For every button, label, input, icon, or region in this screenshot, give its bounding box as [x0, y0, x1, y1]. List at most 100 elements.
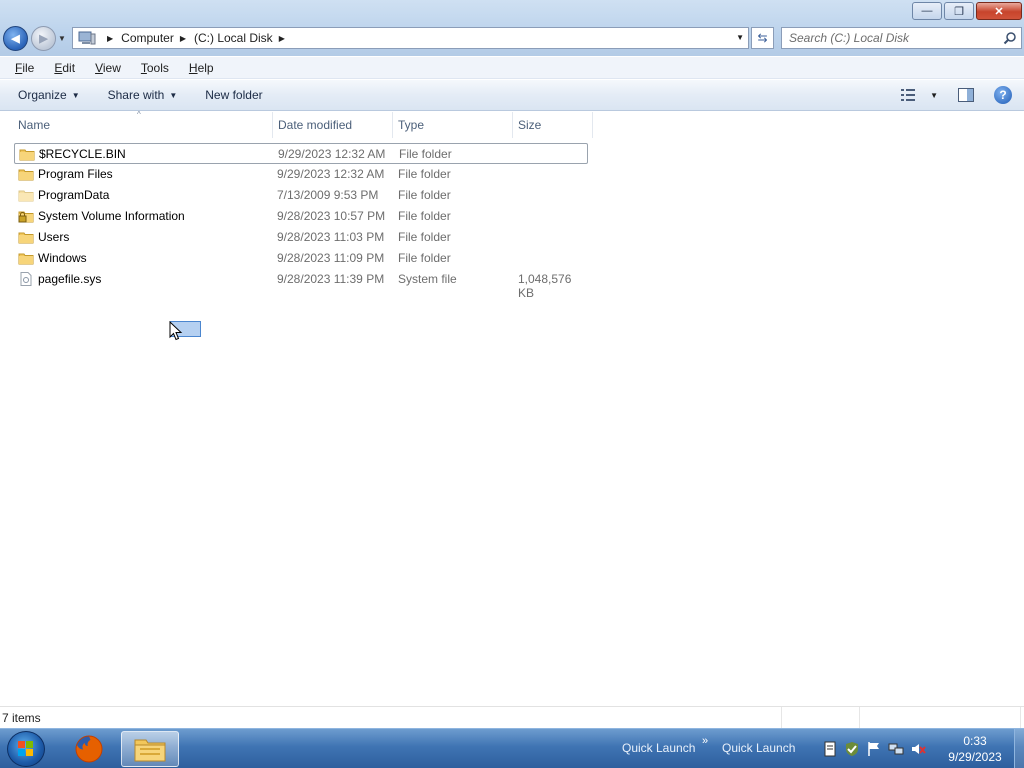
show-desktop-button[interactable] — [1014, 729, 1024, 768]
system-tray — [822, 741, 926, 757]
chevron-down-icon: ▼ — [930, 90, 938, 100]
file-name: pagefile.sys — [38, 272, 102, 286]
clock-date: 9/29/2023 — [948, 750, 1002, 764]
sort-ascending-icon: ^ — [137, 110, 141, 119]
minimize-button[interactable]: — — [912, 2, 942, 20]
file-name: ProgramData — [38, 188, 110, 202]
menu-view-label: iew — [102, 60, 121, 75]
change-view-button[interactable]: ▼ — [900, 88, 938, 102]
action-center-flag-icon[interactable] — [866, 741, 882, 757]
file-name: Program Files — [38, 167, 113, 181]
locked-folder-icon — [18, 211, 34, 223]
menu-view-accel: V — [95, 60, 103, 75]
system-clock[interactable]: 0:33 9/29/2023 — [940, 733, 1010, 765]
forward-arrow-icon: ▶ — [39, 33, 48, 45]
quick-launch-toolbar[interactable]: Quick Launch » — [622, 735, 708, 755]
forward-button[interactable]: ▶ — [31, 26, 56, 51]
file-type: System file — [398, 272, 457, 286]
column-divider[interactable] — [592, 112, 593, 138]
refresh-button[interactable]: ⇆ — [751, 27, 774, 49]
breadcrumb-separator-icon[interactable]: ▶ — [180, 34, 186, 43]
recent-pages-dropdown[interactable]: ▼ — [58, 34, 66, 43]
file-date: 9/28/2023 11:39 PM — [277, 272, 385, 286]
column-header-size[interactable]: Size — [518, 118, 541, 132]
menu-tools-label: ools — [146, 60, 169, 75]
list-item[interactable]: $RECYCLE.BIN 9/29/2023 12:32 AM File fol… — [14, 143, 588, 164]
taskbar: Quick Launch » Quick Launch 0:33 9/29/20… — [0, 728, 1024, 768]
security-shield-icon[interactable] — [844, 741, 860, 757]
search-input[interactable] — [782, 28, 992, 48]
breadcrumb-separator-icon[interactable]: ▶ — [279, 34, 285, 43]
file-type: File folder — [398, 188, 451, 202]
chevron-down-icon: ▼ — [169, 90, 178, 100]
breadcrumb-local-disk[interactable]: (C:) Local Disk — [194, 31, 273, 45]
menu-file[interactable]: File — [12, 59, 37, 77]
list-item[interactable]: Users 9/28/2023 11:03 PM File folder — [14, 227, 588, 248]
list-item[interactable]: ProgramData 7/13/2009 9:53 PM File folde… — [14, 185, 588, 206]
organize-button[interactable]: Organize ▼ — [12, 84, 86, 106]
quick-launch-label: Quick Launch — [622, 741, 696, 755]
file-date: 9/28/2023 10:57 PM — [277, 209, 386, 223]
file-date: 9/29/2023 12:32 AM — [277, 167, 385, 181]
folder-icon — [18, 232, 34, 244]
explorer-taskbar-button[interactable] — [121, 731, 179, 767]
column-header-name[interactable]: Name — [18, 118, 50, 132]
menu-file-label: ile — [22, 60, 35, 75]
menu-edit[interactable]: Edit — [51, 59, 78, 77]
address-history-dropdown-icon[interactable]: ▼ — [736, 33, 744, 42]
help-icon[interactable]: ? — [994, 86, 1012, 104]
share-with-label: Share with — [107, 88, 165, 102]
file-type: File folder — [399, 147, 452, 161]
notepad-icon[interactable] — [822, 741, 838, 757]
maximize-button[interactable]: ❐ — [944, 2, 974, 20]
address-bar[interactable]: ▶ Computer ▶ (C:) Local Disk ▶ ▼ — [72, 27, 749, 49]
item-count: 7 items — [2, 710, 41, 725]
close-button[interactable]: ✕ — [976, 2, 1022, 20]
status-divider — [1020, 707, 1021, 729]
folder-icon — [18, 253, 34, 265]
start-button[interactable] — [7, 731, 45, 767]
menu-help-accel: H — [188, 60, 198, 75]
column-headers: ^ Name Date modified Type Size — [0, 110, 1024, 138]
menu-tools[interactable]: Tools — [138, 59, 172, 77]
volume-muted-icon[interactable] — [910, 741, 926, 757]
list-item[interactable]: System Volume Information 9/28/2023 10:5… — [14, 206, 588, 227]
list-item[interactable]: pagefile.sys 9/28/2023 11:39 PM System f… — [14, 269, 588, 300]
chevron-down-icon: ▼ — [71, 90, 80, 100]
breadcrumb-computer[interactable]: Computer — [121, 31, 174, 45]
file-type: File folder — [398, 209, 451, 223]
file-name: System Volume Information — [38, 209, 185, 223]
search-icon[interactable] — [1003, 31, 1017, 45]
column-divider[interactable] — [272, 112, 273, 138]
back-arrow-icon: ◀ — [11, 33, 20, 45]
system-file-icon — [20, 272, 32, 286]
search-box[interactable] — [781, 27, 1022, 49]
column-header-type[interactable]: Type — [398, 118, 424, 132]
refresh-icon: ⇆ — [757, 31, 768, 45]
clock-time: 0:33 — [963, 734, 987, 748]
chevron-right-icon[interactable]: » — [702, 735, 708, 747]
column-header-date-modified[interactable]: Date modified — [278, 118, 352, 132]
quick-launch-toolbar[interactable]: Quick Launch — [722, 741, 795, 755]
column-divider[interactable] — [392, 112, 393, 138]
new-folder-button[interactable]: New folder — [199, 84, 268, 106]
organize-label: Organize — [18, 88, 67, 102]
file-name: $RECYCLE.BIN — [39, 147, 126, 161]
file-size: 1,048,576 KB — [518, 272, 572, 300]
back-button[interactable]: ◀ — [3, 26, 28, 51]
preview-pane-icon[interactable] — [958, 88, 974, 102]
file-date: 9/28/2023 11:09 PM — [277, 251, 385, 265]
folder-icon — [19, 149, 35, 161]
mouse-cursor-icon — [169, 321, 183, 341]
list-item[interactable]: Program Files 9/29/2023 12:32 AM File fo… — [14, 164, 588, 185]
view-controls: ▼ ? — [900, 86, 1012, 104]
share-with-button[interactable]: Share with ▼ — [102, 84, 184, 106]
column-divider[interactable] — [512, 112, 513, 138]
network-icon[interactable] — [888, 741, 904, 757]
file-type: File folder — [398, 230, 451, 244]
firefox-taskbar-button[interactable] — [60, 731, 118, 767]
breadcrumb-separator-icon[interactable]: ▶ — [107, 34, 113, 43]
menu-view[interactable]: View — [92, 59, 124, 77]
list-item[interactable]: Windows 9/28/2023 11:09 PM File folder — [14, 248, 588, 269]
menu-help[interactable]: Help — [186, 59, 217, 77]
